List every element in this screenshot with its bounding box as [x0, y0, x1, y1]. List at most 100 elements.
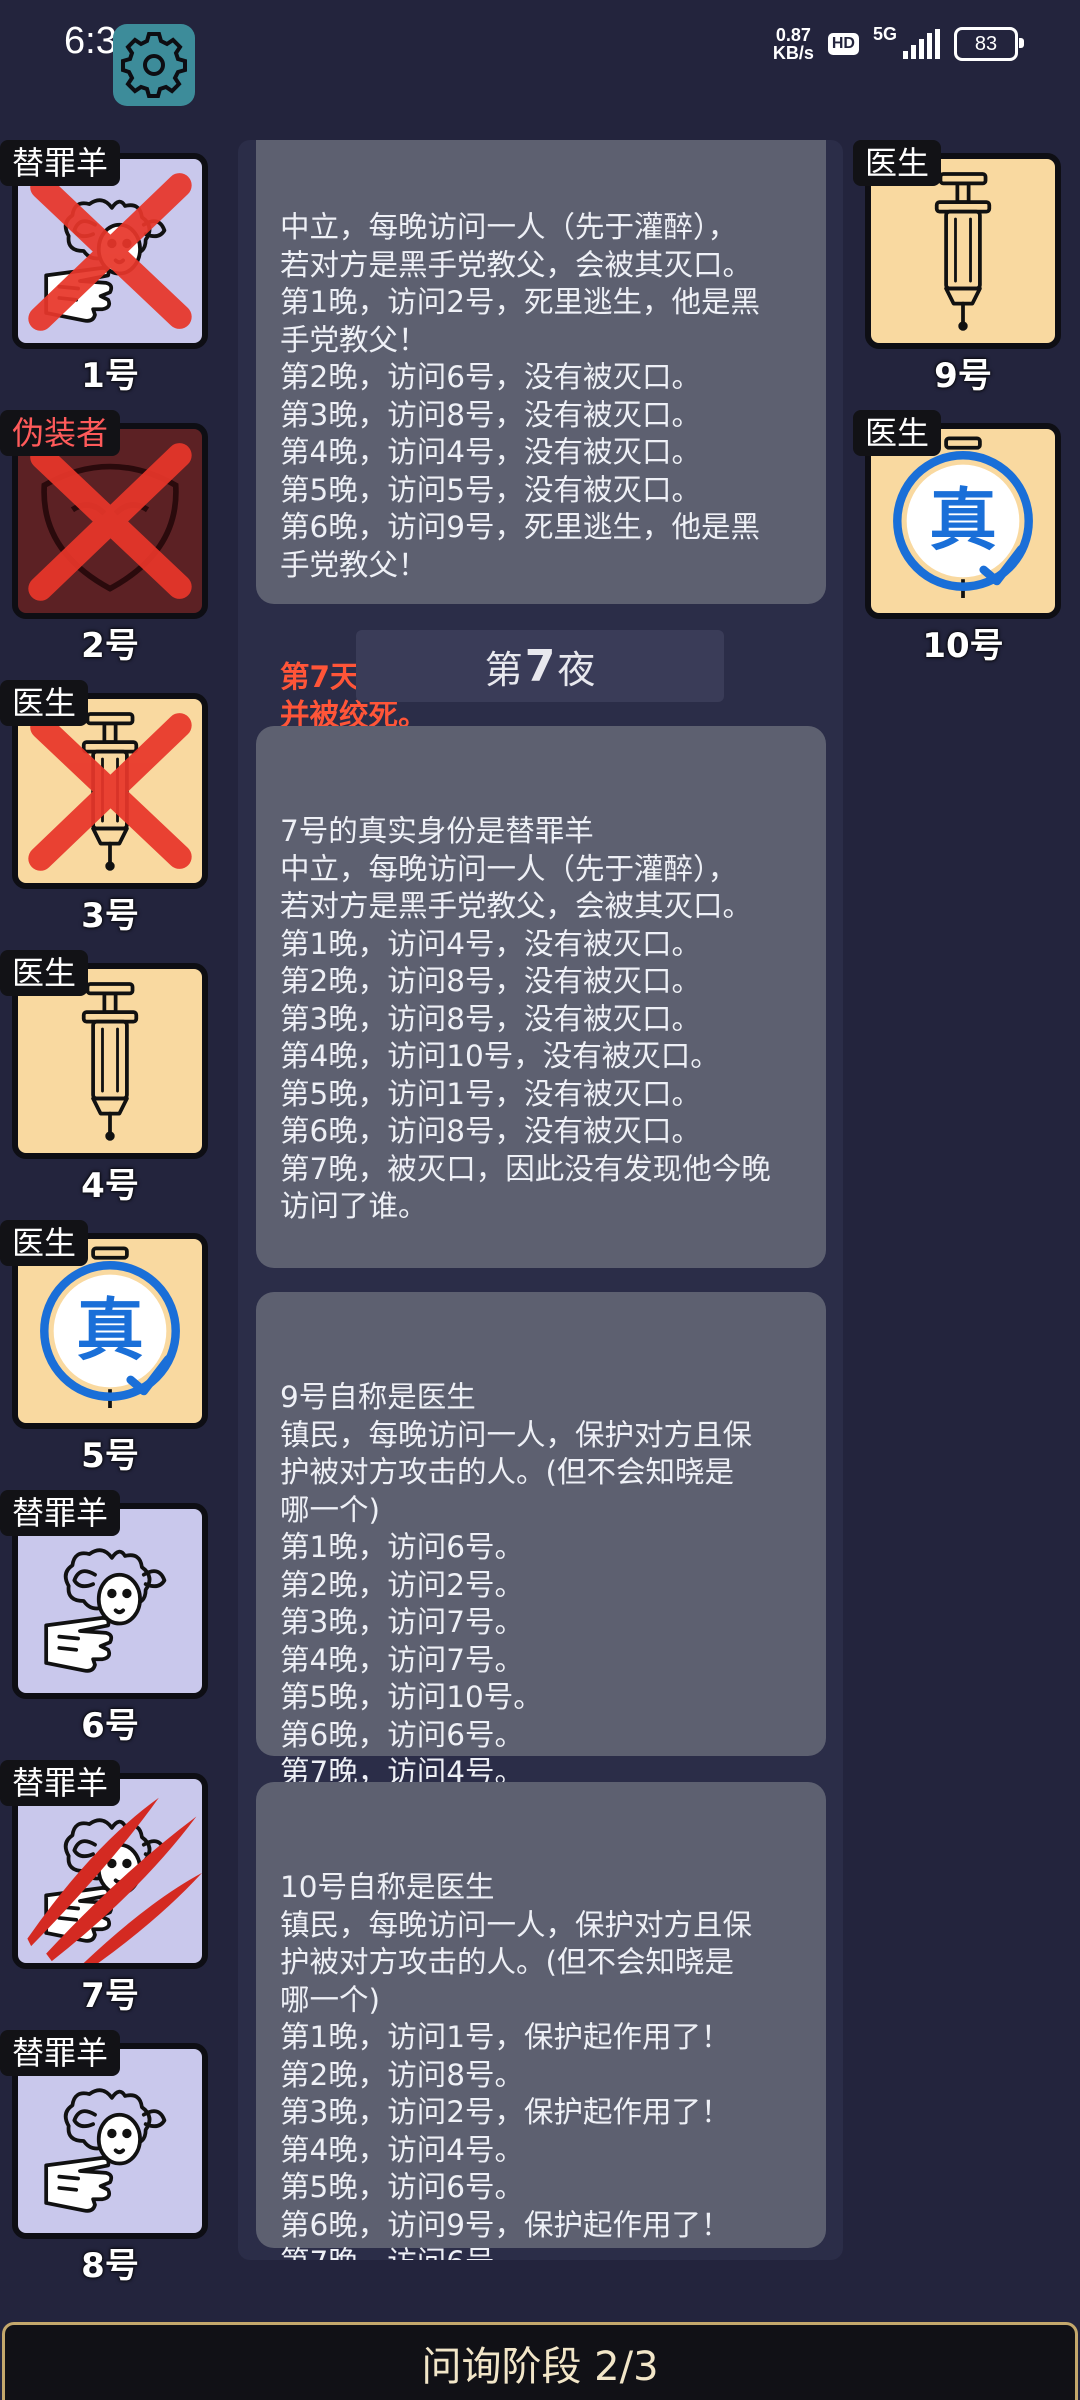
player-card-6[interactable]: 替罪羊 6号 [0, 1490, 210, 1760]
log-line: 哪一个) [280, 1982, 381, 2017]
role-tag: 替罪羊 [0, 1490, 121, 1536]
log-line: 第6晚，访问8号，没有被灭口。 [280, 1114, 702, 1148]
true-badge-icon [18, 1239, 202, 1423]
log-lines: 7号的真实身份是替罪羊 中立，每晚访问一人（先于灌醉）， 若对方是黑手党教父，会被其… [280, 813, 806, 1226]
log-card: 10号自称是医生 镇民，每晚访问一人，保护对方且保 护被对方攻击的人。(但不会知晓是… [256, 1782, 826, 2260]
role-tag: 医生 [0, 950, 89, 996]
log-line: 第7晚，被灭口，因此没有发现他今晚 [280, 1151, 771, 1186]
role-tag: 医生 [853, 140, 942, 186]
log-line: 镇民，每晚访问一人，保护对方且保 [280, 1907, 753, 1942]
player-number: 5号 [81, 1436, 139, 1476]
player-number: 6号 [81, 1706, 139, 1746]
log-lines: 中立，每晚访问一人（先于灌醉）， 若对方是黑手党教父，会被其灭口。 第1晚，访问2号… [280, 209, 806, 584]
log-card: 7号的真实身份是替罪羊 中立，每晚访问一人（先于灌醉）， 若对方是黑手党教父，会被其… [256, 726, 826, 1373]
log-line: 第1晚，访问4号，没有被灭口。 [280, 926, 702, 961]
eliminated-x-icon [18, 429, 202, 613]
log-line: 护被对方攻击的人。(但不会知晓是 [280, 1455, 735, 1489]
log-line: 第2晚，访问8号。 [280, 2057, 525, 2092]
role-tag: 医生 [853, 410, 942, 456]
log-line: 第6晚，访问9号，死里逃生，他是黑 [280, 510, 761, 544]
eliminated-x-icon [18, 699, 202, 883]
log-line: 第4晚，访问10号，没有被灭口。 [280, 1039, 720, 1073]
log-line: 哪一个) [280, 1492, 381, 1527]
player-number: 8号 [81, 2246, 139, 2286]
game-log-panel[interactable]: 中立，每晚访问一人（先于灌醉）， 若对方是黑手党教父，会被其灭口。 第1晚，访问2号… [238, 140, 843, 2260]
log-line: 7号的真实身份是替罪羊 [280, 814, 594, 848]
log-line: 第2晚，访问6号，没有被灭口。 [280, 360, 702, 394]
log-lines: 10号自称是医生 镇民，每晚访问一人，保护对方且保 护被对方攻击的人。(但不会知晓是… [280, 1869, 806, 2260]
player-number: 4号 [81, 1166, 139, 1206]
log-line: 第4晚，访问4号，没有被灭口。 [280, 435, 702, 469]
phase-bar: 问询阶段 2/3 [2, 2322, 1078, 2400]
player-card-5[interactable]: 医生 5号 [0, 1220, 210, 1490]
battery-level: 83 [974, 32, 998, 55]
log-line: 第4晚，访问7号。 [280, 1642, 525, 1677]
player-card-3[interactable]: 医生 3号 [0, 680, 210, 950]
signal-icon [903, 29, 940, 59]
role-tag: 替罪羊 [0, 140, 121, 186]
night-suffix: 夜 [557, 647, 596, 692]
net-speed-value: 0.87 [775, 25, 811, 45]
log-line: 第5晚，访问5号，没有被灭口。 [280, 472, 702, 507]
eliminated-x-icon [18, 159, 202, 343]
log-line: 中立，每晚访问一人（先于灌醉）， [280, 210, 738, 244]
player-number: 1号 [81, 356, 139, 396]
log-line: 第2晚，访问2号。 [280, 1567, 525, 1602]
log-line: 第5晚，访问6号。 [280, 2170, 525, 2204]
log-line: 第4晚，访问4号。 [280, 2132, 525, 2167]
phase-label: 问询阶段 2/3 [421, 2343, 659, 2390]
log-line: 第1晚，访问2号，死里逃生，他是黑 [280, 285, 761, 319]
player-number: 7号 [81, 1976, 139, 2016]
player-card-8[interactable]: 替罪羊 8号 [0, 2030, 210, 2300]
system-indicators: 0.87 KB/s HD 5G 83 [773, 24, 1024, 64]
log-line: 护被对方攻击的人。(但不会知晓是 [280, 1945, 735, 1979]
claw-scratch-icon [18, 1779, 202, 1963]
night-header: 第7夜 [356, 630, 724, 702]
player-card-2[interactable]: 伪装者 2号 [0, 410, 210, 680]
role-tag: 替罪羊 [0, 1760, 121, 1806]
log-line: 第5晚，访问10号。 [280, 1680, 543, 1714]
role-tag: 医生 [0, 680, 89, 726]
true-badge-icon [871, 429, 1055, 613]
log-line: 第1晚，访问6号。 [280, 1530, 525, 1564]
log-line: 第6晚，访问9号，保护起作用了！ [280, 2207, 731, 2242]
log-line: 手党教父！ [280, 547, 428, 582]
log-line: 访问了谁。 [280, 1189, 428, 1223]
log-line: 镇民，每晚访问一人，保护对方且保 [280, 1417, 753, 1452]
log-line: 若对方是黑手党教父，会被其灭口。 [280, 889, 753, 923]
player-card-1[interactable]: 替罪羊 1号 [0, 140, 210, 410]
role-tag: 医生 [0, 1220, 89, 1266]
log-line: 第3晚，访问8号，没有被灭口。 [280, 1001, 702, 1036]
hd-icon: HD [827, 33, 859, 55]
log-line: 第1晚，访问1号，保护起作用了！ [280, 2020, 731, 2054]
log-line: 第7晚，访问6号。 [280, 2244, 806, 2260]
syringe-icon [18, 969, 202, 1153]
log-line: 第3晚，访问2号，保护起作用了！ [280, 2095, 731, 2129]
log-line: 手党教父！ [280, 322, 428, 357]
player-card-4[interactable]: 医生 4号 [0, 950, 210, 1220]
net-speed: 0.87 KB/s [773, 26, 814, 62]
settings-button[interactable] [113, 24, 195, 106]
log-lines: 9号自称是医生 镇民，每晚访问一人，保护对方且保 护被对方攻击的人。(但不会知晓是哪… [280, 1379, 806, 1792]
net-speed-unit: KB/s [772, 43, 814, 63]
log-card: 中立，每晚访问一人（先于灌醉）， 若对方是黑手党教父，会被其灭口。 第1晚，访问2号… [256, 140, 826, 732]
log-line: 中立，每晚访问一人（先于灌醉）， [280, 851, 738, 886]
player-number: 2号 [81, 626, 139, 666]
log-card: 9号自称是医生 镇民，每晚访问一人，保护对方且保 护被对方攻击的人。(但不会知晓是哪… [256, 1292, 826, 1789]
network-type: 5G [872, 24, 897, 44]
night-prefix: 第 [484, 647, 523, 692]
player-number: 3号 [81, 896, 139, 936]
player-card-9[interactable]: 医生 9号 [853, 140, 1063, 410]
syringe-icon [871, 159, 1055, 343]
role-tag: 伪装者 [0, 410, 121, 456]
log-line: 若对方是黑手党教父，会被其灭口。 [280, 247, 753, 282]
log-line: 第5晚，访问1号，没有被灭口。 [280, 1076, 702, 1111]
log-line: 第6晚，访问6号。 [280, 1717, 525, 1752]
log-line: 第3晚，访问8号，没有被灭口。 [280, 397, 702, 432]
sheep-pointing-icon [18, 1509, 202, 1693]
player-card-10[interactable]: 医生 10号 [853, 410, 1063, 680]
player-card-7[interactable]: 替罪羊 7号 [0, 1760, 210, 2030]
battery-icon: 83 [954, 27, 1024, 61]
sheep-pointing-icon [18, 2049, 202, 2233]
night-number: 7 [524, 640, 556, 692]
